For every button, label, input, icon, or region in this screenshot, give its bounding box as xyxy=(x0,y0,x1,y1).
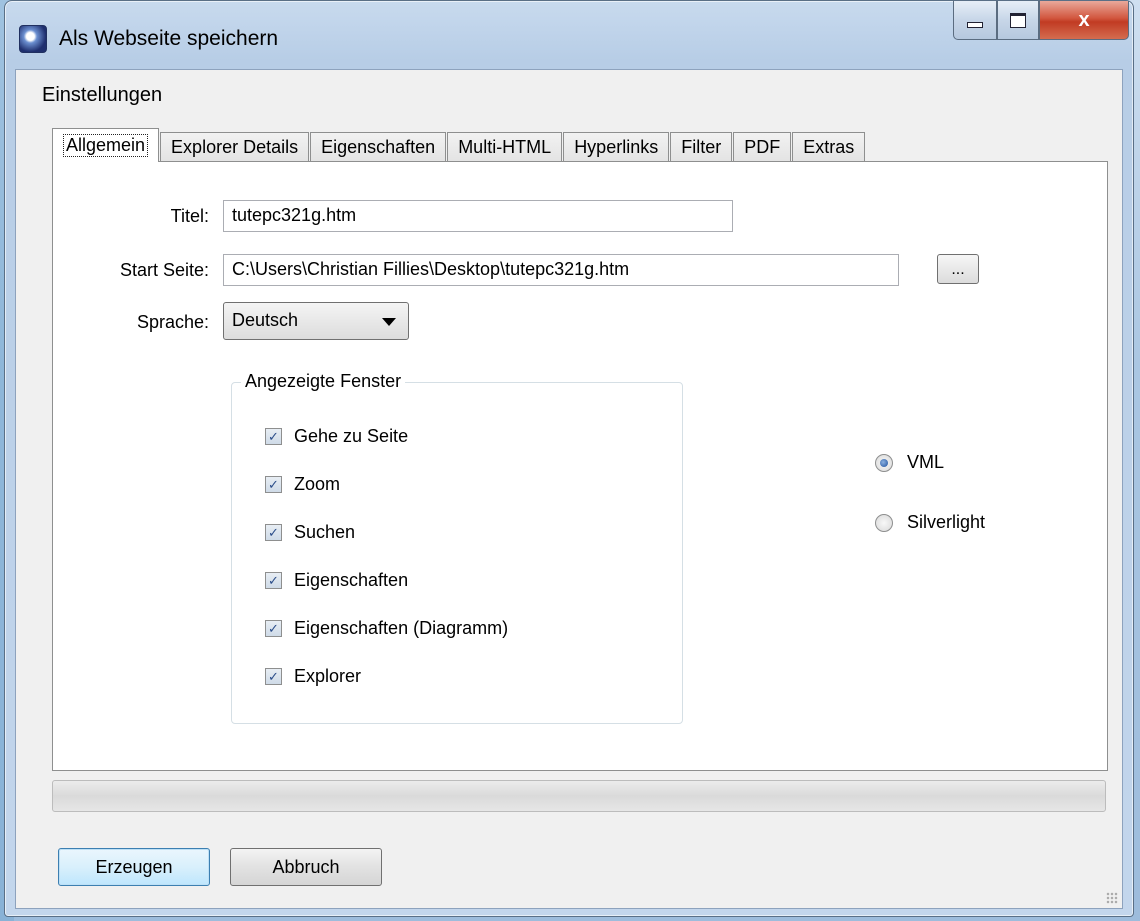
title-input[interactable]: tutepc321g.htm xyxy=(223,200,733,232)
checkbox-checked-icon[interactable]: ✓ xyxy=(265,524,282,541)
title-bar[interactable]: Als Webseite speichern x xyxy=(5,1,1133,69)
dialog-window: Als Webseite speichern x Einstellungen A… xyxy=(4,0,1134,917)
checkbox-eigenschaften-diagramm[interactable]: ✓ Eigenschaften (Diagramm) xyxy=(265,618,508,639)
minimize-icon xyxy=(967,22,983,28)
radio-label: VML xyxy=(907,452,945,472)
title-label: Titel: xyxy=(170,206,209,226)
radio-vml[interactable]: VML xyxy=(875,452,944,473)
create-button[interactable]: Erzeugen xyxy=(58,848,210,886)
checkbox-label: Eigenschaften (Diagramm) xyxy=(294,618,509,638)
language-label: Sprache: xyxy=(136,312,209,332)
tab-label: Extras xyxy=(803,137,855,157)
tab-pdf[interactable]: PDF xyxy=(733,132,792,162)
checkbox-label: Zoom xyxy=(294,474,341,494)
tab-label: PDF xyxy=(744,137,781,157)
checkbox-suchen[interactable]: ✓ Suchen xyxy=(265,522,355,543)
dropdown-arrow-icon xyxy=(382,318,396,326)
checkbox-checked-icon[interactable]: ✓ xyxy=(265,428,282,445)
settings-heading: Einstellungen xyxy=(42,84,163,106)
close-button[interactable]: x xyxy=(1039,1,1129,40)
tab-label: Multi-HTML xyxy=(458,137,552,157)
checkbox-checked-icon[interactable]: ✓ xyxy=(265,476,282,493)
checkbox-checked-icon[interactable]: ✓ xyxy=(265,668,282,685)
checkbox-label: Gehe zu Seite xyxy=(294,426,409,446)
checkbox-label: Suchen xyxy=(294,522,356,542)
language-select[interactable]: Deutsch xyxy=(223,302,409,340)
tab-extras[interactable]: Extras xyxy=(792,132,866,162)
radio-label: Silverlight xyxy=(907,512,986,532)
maximize-icon xyxy=(1010,12,1026,28)
tab-eigenschaften[interactable]: Eigenschaften xyxy=(310,132,447,162)
tab-label: Hyperlinks xyxy=(574,137,659,157)
radio-dot xyxy=(880,458,888,467)
checkbox-checked-icon[interactable]: ✓ xyxy=(265,572,282,589)
close-icon: x xyxy=(1078,8,1090,31)
tab-explorer-details[interactable]: Explorer Details xyxy=(160,132,310,162)
checkbox-checked-icon[interactable]: ✓ xyxy=(265,620,282,637)
start-page-label: Start Seite: xyxy=(119,260,209,280)
tab-label: Explorer Details xyxy=(171,137,299,157)
browse-button[interactable]: ... xyxy=(937,254,979,284)
tab-label: Filter xyxy=(681,137,722,157)
cancel-button[interactable]: Abbruch xyxy=(230,848,382,886)
tab-hyperlinks[interactable]: Hyperlinks xyxy=(563,132,670,162)
tab-allgemein[interactable]: Allgemein xyxy=(52,128,160,162)
resize-grip-icon[interactable] xyxy=(1106,892,1118,904)
language-value: Deutsch xyxy=(232,310,299,330)
tab-page-allgemein: Titel: tutepc321g.htm Start Seite: C:\Us… xyxy=(52,161,1108,771)
checkbox-eigenschaften[interactable]: ✓ Eigenschaften xyxy=(265,570,408,591)
radio-selected-icon[interactable] xyxy=(875,453,893,472)
start-page-input[interactable]: C:\Users\Christian Fillies\Desktop\tutep… xyxy=(223,254,899,286)
window-controls: x xyxy=(953,1,1129,41)
checkbox-zoom[interactable]: ✓ Zoom xyxy=(265,474,340,495)
tab-filter[interactable]: Filter xyxy=(670,132,733,162)
checkbox-gehe-zu-seite[interactable]: ✓ Gehe zu Seite xyxy=(265,426,408,447)
tab-label: Eigenschaften xyxy=(321,137,436,157)
checkbox-explorer[interactable]: ✓ Explorer xyxy=(265,666,361,687)
checkbox-label: Explorer xyxy=(294,666,362,686)
minimize-button[interactable] xyxy=(953,1,997,40)
radio-silverlight[interactable]: Silverlight xyxy=(875,512,985,533)
group-title: Angezeigte Fenster xyxy=(241,371,406,392)
progress-bar xyxy=(52,780,1106,812)
tab-label: Allgemein xyxy=(63,134,149,157)
radio-unselected-icon[interactable] xyxy=(875,513,893,532)
checkbox-label: Eigenschaften xyxy=(294,570,409,590)
tab-strip: Allgemein Explorer Details Eigenschaften… xyxy=(52,128,866,162)
app-icon xyxy=(19,25,47,53)
maximize-button[interactable] xyxy=(997,1,1039,40)
dialog-client-area: Einstellungen Allgemein Explorer Details… xyxy=(15,69,1123,909)
window-title: Als Webseite speichern xyxy=(59,27,279,50)
tab-multi-html[interactable]: Multi-HTML xyxy=(447,132,563,162)
